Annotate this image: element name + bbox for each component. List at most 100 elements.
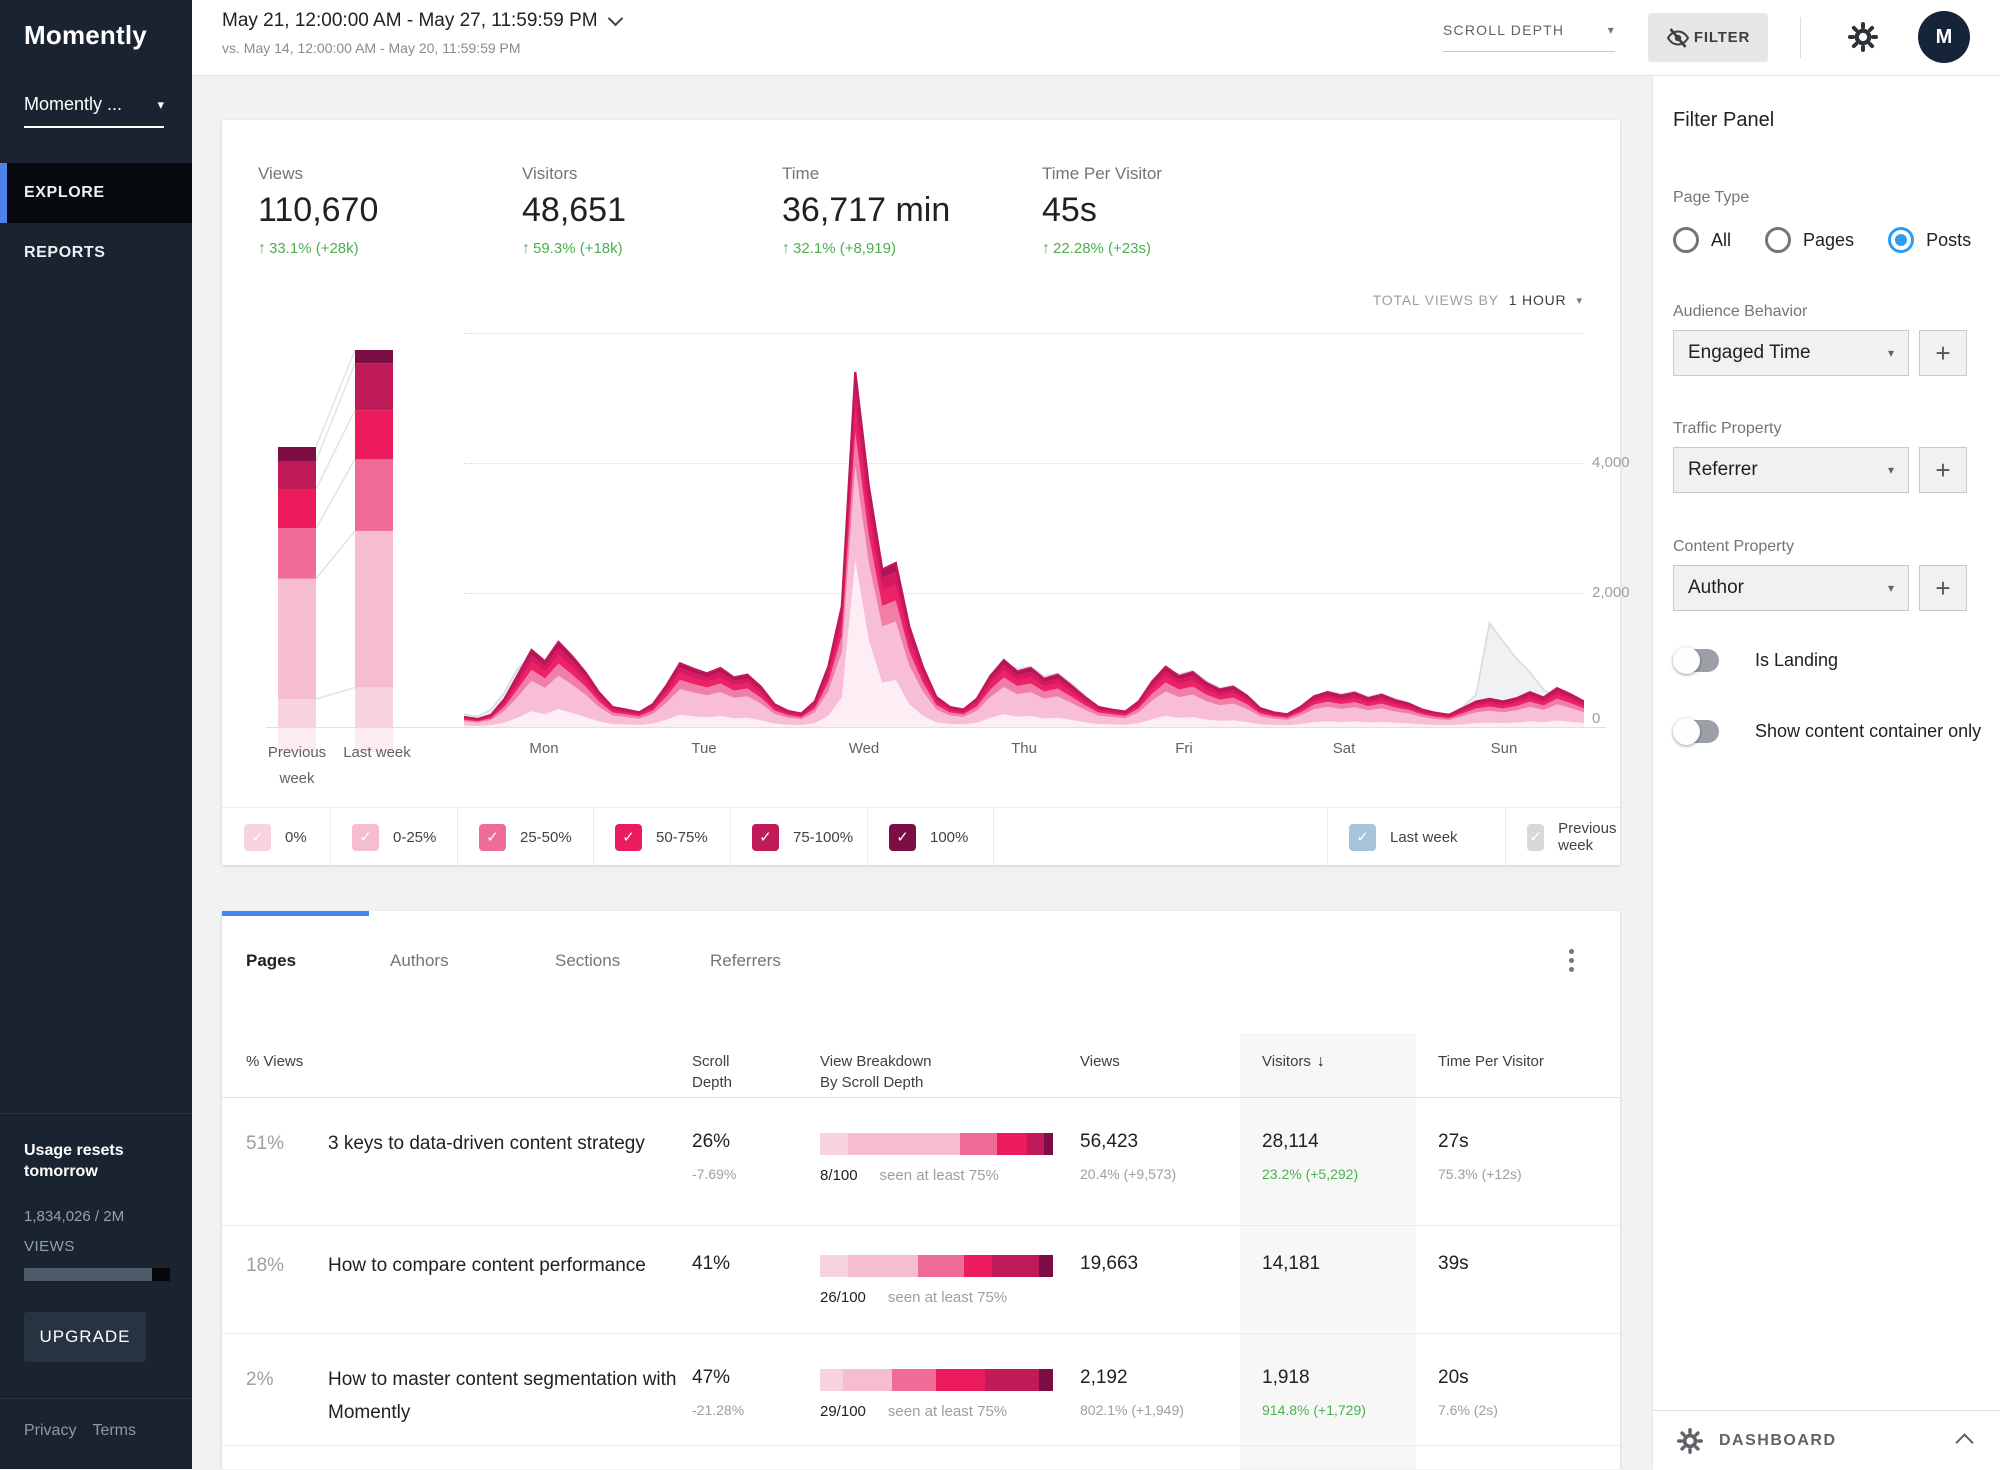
col-header-time-per-visitor[interactable]: Time Per Visitor <box>1438 1051 1544 1072</box>
user-avatar[interactable]: M <box>1918 11 1970 63</box>
tab-referrers[interactable]: Referrers <box>710 941 781 981</box>
table-row[interactable]: 18% How to compare content performance 4… <box>222 1225 1620 1334</box>
col-header-view-breakdown[interactable]: View BreakdownBy Scroll Depth <box>820 1051 931 1093</box>
date-range-selector[interactable]: May 21, 12:00:00 AM - May 27, 11:59:59 P… <box>222 10 621 32</box>
add-audience-filter-button[interactable]: + <box>1919 330 1967 376</box>
up-arrow-icon: ↑ <box>258 240 266 257</box>
scroll-depth-breakdown-bar <box>820 1255 1053 1277</box>
select-value: Referrer <box>1688 459 1758 481</box>
cell-page-title[interactable]: How to master content segmentation with … <box>328 1363 678 1429</box>
stat-views: Views 110,670 ↑33.1% (+28k) <box>258 164 378 258</box>
legend-item-100pct[interactable]: ✓ 100% <box>867 808 993 866</box>
sidebar-item-reports[interactable]: REPORTS <box>0 223 192 283</box>
usage-title: Usage resets tomorrow <box>24 1140 144 1182</box>
stat-label: Time Per Visitor <box>1042 164 1162 184</box>
filter-button[interactable]: FILTER <box>1648 13 1768 62</box>
table-row[interactable]: 2% How to master content segmentation wi… <box>222 1333 1620 1446</box>
overview-card: Views 110,670 ↑33.1% (+28k) Visitors 48,… <box>222 120 1620 865</box>
sidebar-item-label: EXPLORE <box>24 184 105 201</box>
y-tick-0: 0 <box>1592 710 1600 727</box>
content-property-select[interactable]: Author ▾ <box>1673 565 1909 611</box>
metric-selector-dropdown[interactable]: SCROLL DEPTH ▾ <box>1443 22 1615 52</box>
audience-behavior-select[interactable]: Engaged Time ▾ <box>1673 330 1909 376</box>
terms-link[interactable]: Terms <box>92 1422 136 1440</box>
scroll-depth-breakdown-bar <box>820 1369 1053 1391</box>
checkbox-checked-icon: ✓ <box>479 824 506 851</box>
pages-table-card: Pages Authors Sections Referrers % Views… <box>222 911 1620 1469</box>
active-tab-indicator <box>222 911 369 916</box>
stat-label: Visitors <box>522 164 626 184</box>
col-header-pct-views[interactable]: % Views <box>246 1051 303 1072</box>
tab-sections[interactable]: Sections <box>555 941 620 981</box>
cell-view-breakdown: 29/100seen at least 75% <box>820 1369 1053 1420</box>
sidebar-divider <box>0 1398 192 1399</box>
workspace-selector[interactable]: Momently ... ▾ <box>24 94 164 128</box>
select-value: Engaged Time <box>1688 342 1811 364</box>
seen-at-least: 26/100seen at least 75% <box>820 1289 1053 1306</box>
chevron-down-icon: ▾ <box>1888 346 1894 360</box>
cell-page-title[interactable]: 3 keys to data-driven content strategy <box>328 1127 678 1160</box>
sidebar-links: Privacy Terms <box>24 1422 136 1440</box>
topbar-divider <box>1800 17 1801 58</box>
show-content-container-toggle[interactable] <box>1673 718 1719 744</box>
col-header-visitors[interactable]: Visitors↓ <box>1262 1051 1325 1072</box>
radio-label: All <box>1711 230 1731 251</box>
privacy-link[interactable]: Privacy <box>24 1422 76 1440</box>
checkbox-checked-icon: ✓ <box>1527 824 1544 851</box>
seen-at-least: 29/100seen at least 75% <box>820 1403 1053 1420</box>
traffic-property-select[interactable]: Referrer ▾ <box>1673 447 1909 493</box>
select-value: Author <box>1688 577 1744 599</box>
legend-item-75-100pct[interactable]: ✓ 75-100% <box>730 808 867 866</box>
tab-authors[interactable]: Authors <box>390 941 449 981</box>
checkbox-checked-icon: ✓ <box>244 824 271 851</box>
add-traffic-filter-button[interactable]: + <box>1919 447 1967 493</box>
col-header-scroll-depth[interactable]: ScrollDepth <box>692 1051 732 1093</box>
cell-page-title[interactable]: How to compare content performance <box>328 1249 678 1282</box>
checkbox-checked-icon: ✓ <box>752 824 779 851</box>
settings-gear-icon[interactable] <box>1848 22 1878 52</box>
is-landing-toggle[interactable] <box>1673 647 1719 673</box>
legend-item-previous-week[interactable]: ✓ Previous week <box>1505 808 1620 866</box>
radio-posts[interactable]: Posts <box>1888 227 1971 253</box>
x-label-tue: Tue <box>624 740 784 757</box>
stat-value: 110,670 <box>258 191 378 230</box>
sidebar-item-explore[interactable]: EXPLORE <box>0 163 192 223</box>
add-content-filter-button[interactable]: + <box>1919 565 1967 611</box>
radio-all[interactable]: All <box>1673 227 1731 253</box>
kebab-menu-icon[interactable] <box>1569 949 1574 972</box>
app-logo: Momently <box>24 20 147 51</box>
stat-delta: ↑59.3% (+18k) <box>522 240 626 258</box>
cell-visitors: 14,181 <box>1262 1253 1320 1275</box>
usage-progress-bar <box>24 1268 170 1281</box>
legend-item-0-25pct[interactable]: ✓ 0-25% <box>330 808 457 866</box>
cell-visitors: 28,114 23.2% (+5,292) <box>1262 1131 1358 1182</box>
legend-item-last-week[interactable]: ✓ Last week <box>1327 808 1505 866</box>
gear-icon <box>1848 22 1878 52</box>
stat-time-per-visitor: Time Per Visitor 45s ↑22.28% (+23s) <box>1042 164 1162 258</box>
radio-circle-icon <box>1673 227 1699 253</box>
legend-item-50-75pct[interactable]: ✓ 50-75% <box>593 808 730 866</box>
legend-label: Last week <box>1390 829 1458 846</box>
content-property-label: Content Property <box>1673 538 1794 556</box>
stat-visitors: Visitors 48,651 ↑59.3% (+18k) <box>522 164 626 258</box>
upgrade-button[interactable]: UPGRADE <box>24 1312 146 1362</box>
cell-scroll-depth: 41% <box>692 1253 730 1275</box>
legend-item-0pct[interactable]: ✓ 0% <box>222 808 330 866</box>
tab-pages[interactable]: Pages <box>246 941 296 981</box>
toggle-knob <box>1673 647 1700 674</box>
x-label-sun: Sun <box>1424 740 1584 757</box>
filter-panel: Filter Panel Page Type All Pages Posts A… <box>1652 75 2000 1469</box>
y-tick-4000: 4,000 <box>1592 454 1630 471</box>
gear-icon <box>1677 1428 1703 1454</box>
checkbox-checked-icon: ✓ <box>352 824 379 851</box>
col-header-views[interactable]: Views <box>1080 1051 1120 1072</box>
bar-label-previous-week: Previous week <box>252 740 342 792</box>
legend-item-25-50pct[interactable]: ✓ 25-50% <box>457 808 593 866</box>
table-row[interactable]: 51% 3 keys to data-driven content strate… <box>222 1097 1620 1226</box>
usage-progress-fill <box>24 1268 152 1281</box>
traffic-area-chart <box>464 280 1584 728</box>
radio-pages[interactable]: Pages <box>1765 227 1854 253</box>
dashboard-footer-bar[interactable]: DASHBOARD <box>1653 1410 2000 1470</box>
stat-label: Views <box>258 164 378 184</box>
eye-off-icon <box>1666 26 1690 50</box>
